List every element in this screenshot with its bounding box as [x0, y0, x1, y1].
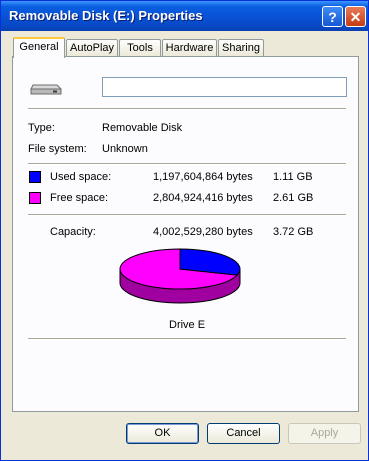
close-button[interactable]: ✕ [345, 6, 366, 27]
ok-button[interactable]: OK [126, 423, 199, 444]
free-space-swatch [29, 192, 41, 204]
file-system-label: File system: [28, 143, 87, 155]
properties-window: Removable Disk (E:) Properties ? ✕ Gener… [0, 0, 369, 461]
capacity-size: 3.72 GB [273, 226, 314, 238]
separator [28, 338, 346, 340]
tab-autoplay[interactable]: AutoPlay [66, 39, 118, 56]
type-value: Removable Disk [102, 122, 183, 134]
title-bar[interactable]: Removable Disk (E:) Properties ? ✕ [1, 1, 368, 31]
apply-button[interactable]: Apply [288, 423, 361, 444]
capacity-label: Capacity: [50, 226, 96, 238]
used-space-bytes: 1,197,604,864 bytes [153, 171, 253, 183]
drive-caption: Drive E [169, 319, 206, 331]
tab-tools[interactable]: Tools [119, 39, 161, 56]
separator [28, 108, 346, 110]
type-label: Type: [28, 122, 55, 134]
cancel-button[interactable]: Cancel [207, 423, 280, 444]
volume-label-input[interactable] [102, 77, 347, 97]
tab-sharing[interactable]: Sharing [218, 39, 264, 56]
capacity-bytes: 4,002,529,280 bytes [153, 226, 253, 238]
free-space-bytes: 2,804,924,416 bytes [153, 192, 253, 204]
file-system-value: Unknown [102, 143, 148, 155]
free-space-label: Free space: [50, 192, 109, 204]
window-title: Removable Disk (E:) Properties [9, 8, 203, 23]
disk-usage-pie-chart [119, 248, 241, 304]
used-space-size: 1.11 GB [273, 171, 313, 183]
separator [28, 214, 346, 216]
tab-general[interactable]: General [13, 37, 65, 58]
separator [28, 163, 346, 165]
general-tab-panel: Type: Removable Disk File system: Unknow… [12, 56, 359, 412]
tab-hardware[interactable]: Hardware [162, 39, 217, 56]
used-space-label: Used space: [50, 171, 112, 183]
free-space-size: 2.61 GB [273, 192, 314, 204]
used-space-swatch [29, 171, 41, 183]
removable-drive-icon [30, 84, 62, 95]
help-button[interactable]: ? [322, 6, 343, 27]
